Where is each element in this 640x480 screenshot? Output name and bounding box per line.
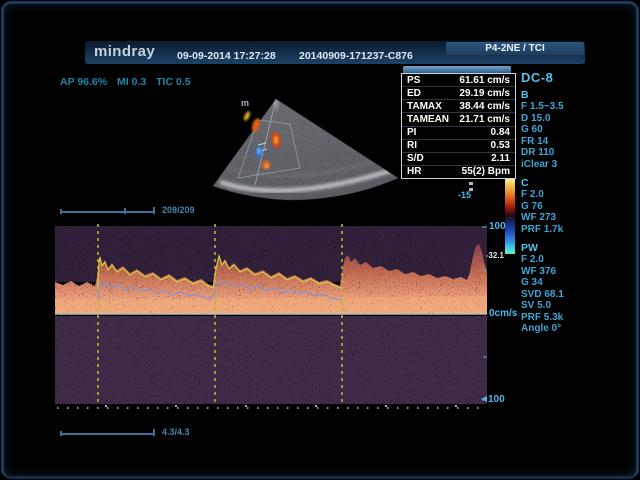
- result-row: ED29.19 cm/s: [402, 87, 515, 100]
- param-item: iClear 3: [521, 159, 621, 171]
- param-item: WF 273: [521, 212, 621, 224]
- b-mode-sector-image: m: [198, 88, 418, 206]
- param-item: G 76: [521, 201, 621, 213]
- sector-tissue: [198, 88, 418, 206]
- param-item: Angle 0°: [521, 323, 621, 335]
- param-item: F 2.0: [521, 254, 621, 266]
- scrubber-position-marker[interactable]: [124, 208, 126, 214]
- result-row: TAMEAN21.71 cm/s: [402, 113, 515, 126]
- param-item: D 15.0: [521, 113, 621, 125]
- color-velocity-scale-bar: [505, 178, 515, 254]
- ap-value: AP 96.6%: [60, 76, 107, 88]
- cine-time-counter: 4.3/4.3: [162, 427, 190, 437]
- param-item: DR 110: [521, 147, 621, 159]
- mi-value: MI 0.3: [117, 76, 146, 88]
- result-row: RI0.53: [402, 140, 515, 153]
- param-item: G 60: [521, 124, 621, 136]
- ultrasound-screen: mindray 09-09-2014 17:27:28 20140909-171…: [0, 0, 640, 480]
- acoustic-status-line: AP 96.6% MI 0.3 TIC 0.5: [60, 76, 198, 88]
- pw-mode-header: PW: [521, 242, 621, 254]
- orientation-marker: m: [241, 98, 249, 108]
- brand-logo: mindray: [94, 43, 155, 60]
- result-row: PI0.84: [402, 127, 515, 140]
- pw-spectral-display: [55, 222, 487, 412]
- scrubber-track[interactable]: [60, 433, 155, 435]
- velocity-max-label: 100: [489, 221, 506, 232]
- results-table: PS61.61 cm/s ED29.19 cm/s TAMAX38.44 cm/…: [401, 73, 516, 179]
- exam-id-label: 20140909-171237-C876: [299, 50, 413, 62]
- cine-time-scrubber[interactable]: 4.3/4.3: [58, 428, 208, 438]
- result-row: S/D2.11: [402, 153, 515, 166]
- result-row: HR55(2) Bpm: [402, 166, 515, 178]
- gray-scale-bar-tip: [469, 182, 473, 185]
- param-item: PRF 5.3k: [521, 312, 621, 324]
- color-mode-header: C: [521, 177, 621, 189]
- baseline[interactable]: [55, 313, 487, 314]
- parameter-sidebar: DC-8 B F 1.5~3.5 D 15.0 G 60 FR 14 DR 11…: [521, 70, 621, 335]
- baseline-label: 0cm/s: [489, 308, 517, 319]
- param-item: SV 5.0: [521, 300, 621, 312]
- param-item: FR 14: [521, 136, 621, 148]
- gray-scale-min-label: -15: [458, 190, 471, 200]
- param-item: PRF 1.7k: [521, 224, 621, 236]
- param-item: G 34: [521, 277, 621, 289]
- cine-frame-scrubber[interactable]: 209/209: [58, 206, 208, 216]
- scale-arrow-icon: [481, 396, 487, 402]
- tic-value: TIC 0.5: [156, 76, 190, 88]
- system-model-label: DC-8: [521, 70, 621, 85]
- result-row: TAMAX38.44 cm/s: [402, 100, 515, 113]
- param-item: F 1.5~3.5: [521, 101, 621, 113]
- results-window[interactable]: PS61.61 cm/s ED29.19 cm/s TAMAX38.44 cm/…: [401, 66, 516, 179]
- velocity-min-label: 100: [488, 394, 505, 405]
- cine-frame-counter: 209/209: [162, 205, 195, 215]
- scrubber-track[interactable]: [60, 211, 155, 213]
- background-noise-lower: [55, 316, 487, 404]
- probe-tab[interactable]: P4-2NE / TCI: [446, 42, 584, 55]
- result-row: PS61.61 cm/s: [402, 74, 515, 87]
- scrubber-right-cap: [153, 207, 155, 214]
- top-bar: mindray 09-09-2014 17:27:28 20140909-171…: [85, 41, 585, 64]
- param-item: F 2.0: [521, 189, 621, 201]
- param-item: WF 376: [521, 266, 621, 278]
- b-mode-header: B: [521, 89, 621, 101]
- param-item: SVD 68.1: [521, 289, 621, 301]
- datetime-label: 09-09-2014 17:27:28: [177, 50, 276, 62]
- results-window-titlebar[interactable]: [403, 66, 511, 73]
- velocity-min-label-group: 100: [481, 394, 505, 405]
- scrubber-right-cap: [153, 429, 155, 436]
